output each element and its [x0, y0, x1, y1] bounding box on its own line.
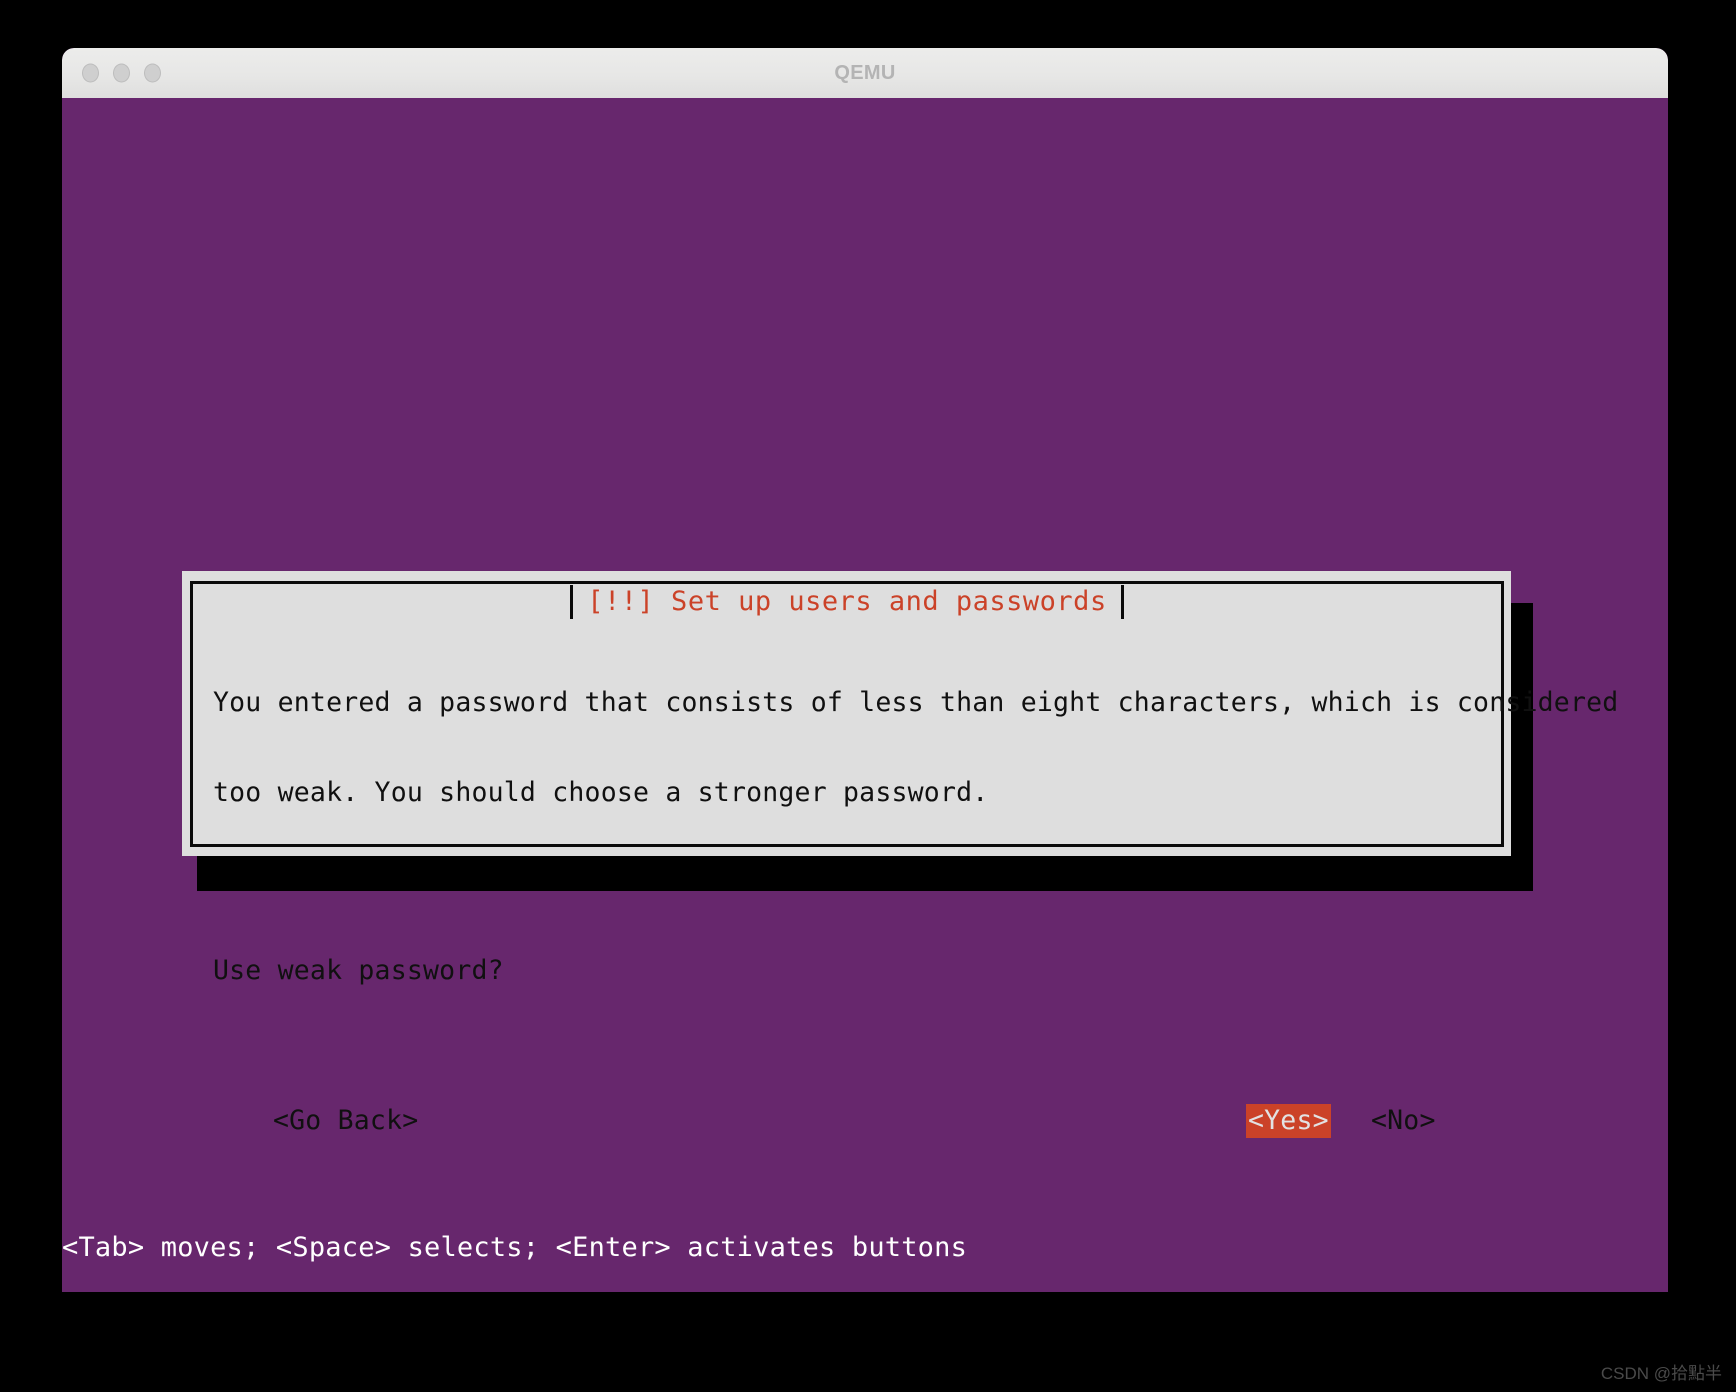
vm-console-screen[interactable]: [!!] Set up users and passwords You ente… [62, 98, 1668, 1292]
dialog-frame: [!!] Set up users and passwords You ente… [190, 581, 1619, 1138]
keyboard-help-status-line: <Tab> moves; <Space> selects; <Enter> ac… [62, 1232, 968, 1263]
maximize-button-icon[interactable] [144, 63, 161, 83]
window-titlebar[interactable]: QEMU [62, 48, 1668, 99]
window-controls [82, 63, 161, 83]
close-button-icon[interactable] [82, 63, 99, 83]
dialog-title-right-rule [1120, 585, 1124, 619]
dialog-question: Use weak password? [213, 955, 504, 986]
window-title: QEMU [834, 61, 896, 84]
installer-dialog: [!!] Set up users and passwords You ente… [182, 571, 1619, 1138]
dialog-message-line-2: too weak. You should choose a stronger p… [213, 777, 989, 808]
no-button[interactable]: <No> [1371, 1104, 1436, 1138]
dialog-title-text: [!!] Set up users and passwords [573, 585, 1121, 619]
dialog-button-row: <Go Back> <Yes> <No> [213, 1104, 1485, 1138]
yes-button[interactable]: <Yes> [1246, 1104, 1331, 1138]
csdn-watermark: CSDN @拾點半 [1600, 1364, 1722, 1383]
dialog-message-line-1: You entered a password that consists of … [213, 687, 1619, 718]
dialog-title-left-rule [570, 585, 574, 619]
minimize-button-icon[interactable] [113, 63, 130, 83]
qemu-window: QEMU [!!] Set up users and passwords You… [62, 48, 1668, 1292]
desktop-backdrop: QEMU [!!] Set up users and passwords You… [0, 0, 1736, 1392]
dialog-title-bar: [!!] Set up users and passwords [193, 585, 1501, 619]
dialog-title-border-mask [596, 584, 1096, 590]
go-back-button[interactable]: <Go Back> [273, 1104, 418, 1138]
dialog-body: You entered a password that consists of … [213, 628, 1619, 1138]
dialog-message-spacer [213, 868, 1485, 896]
